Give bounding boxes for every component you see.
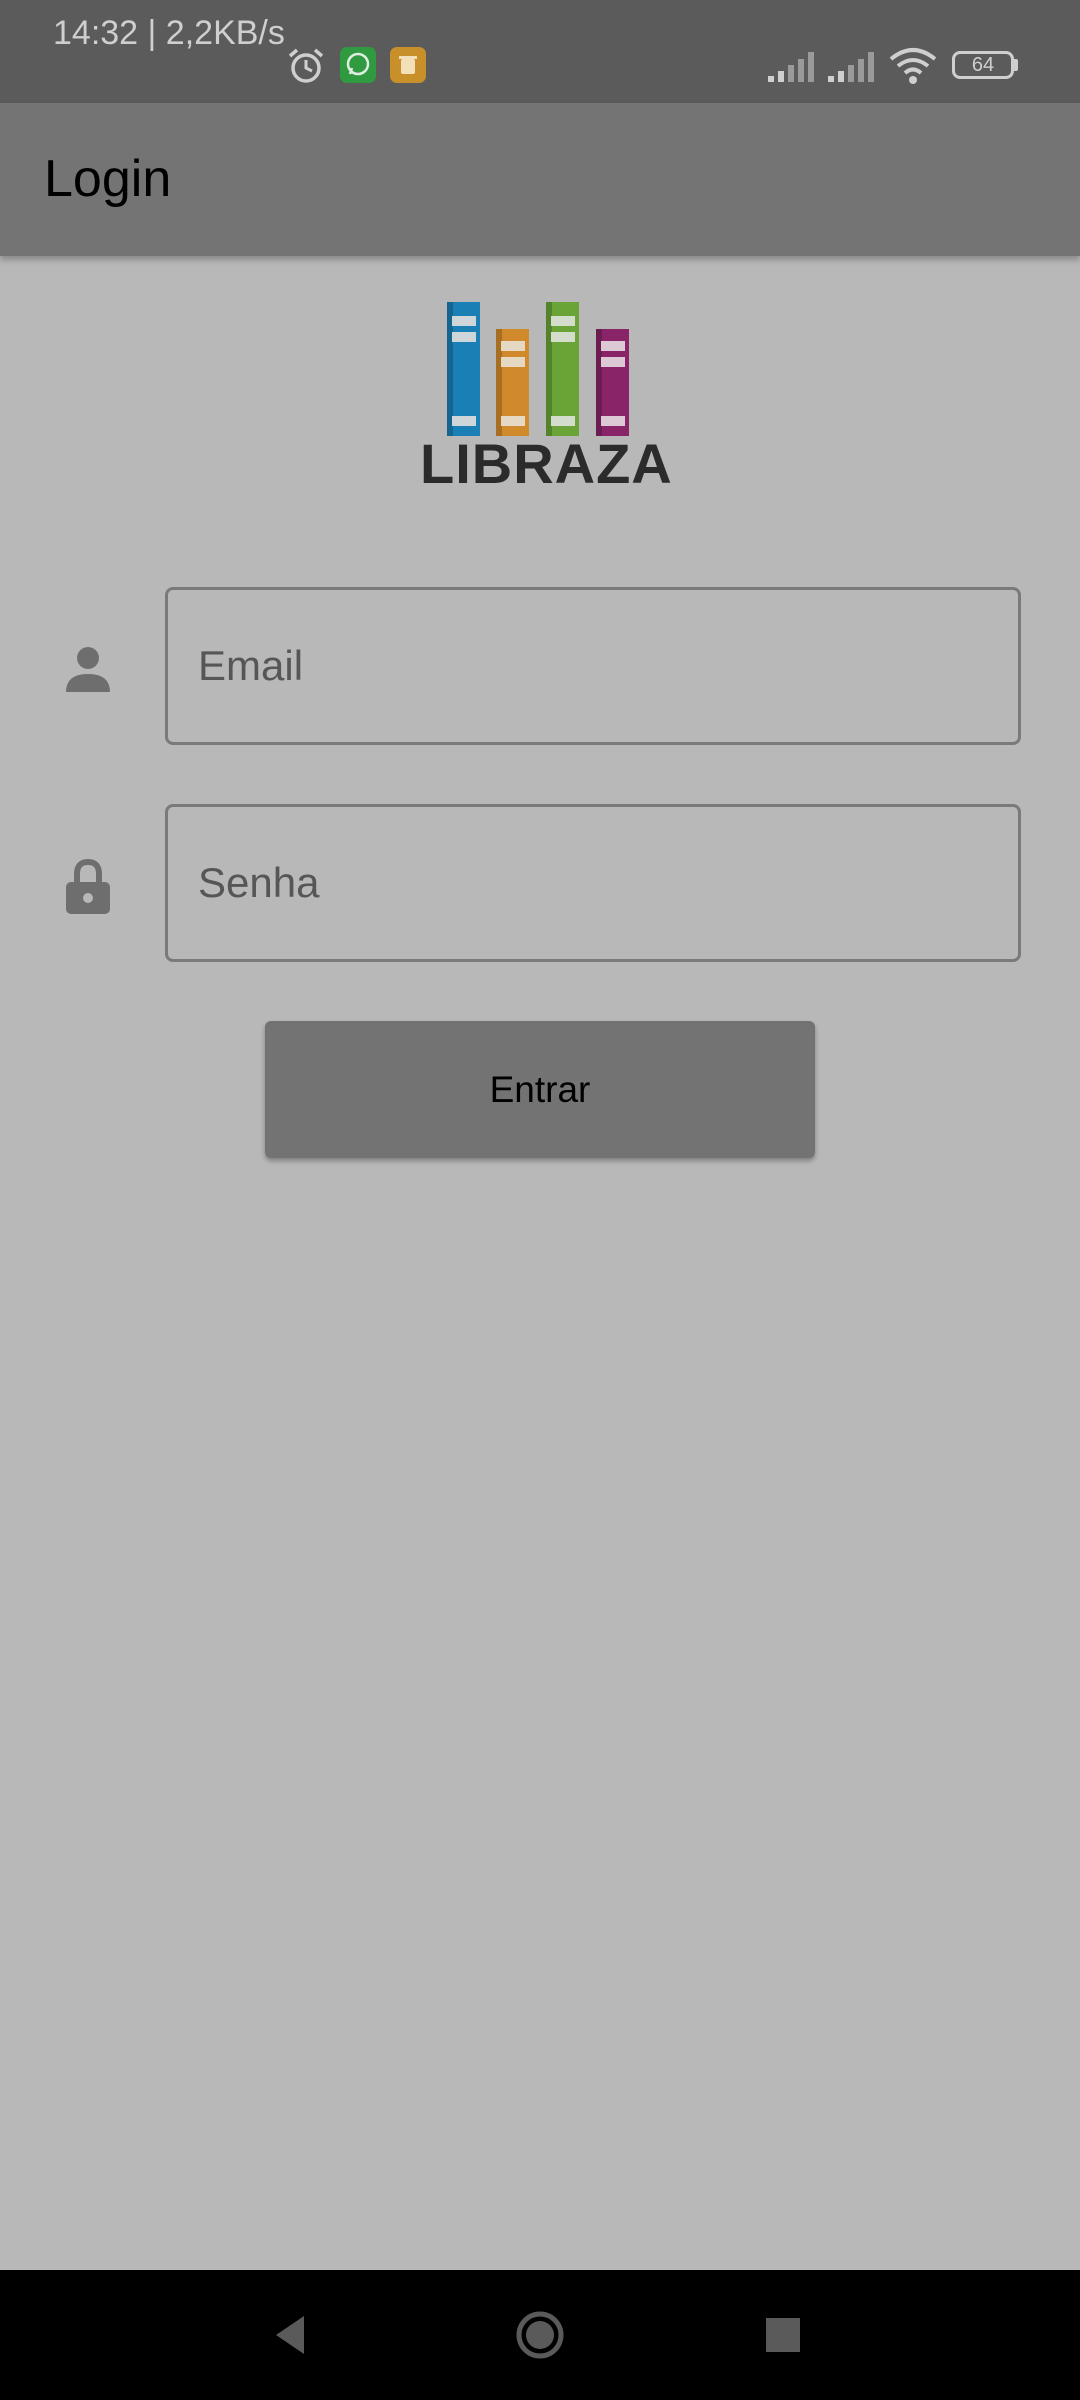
books-logo-icon [447, 302, 629, 436]
back-icon[interactable] [230, 2270, 350, 2400]
signal-icon [768, 52, 814, 82]
alarm-icon [288, 48, 324, 83]
page-title: Login [44, 150, 172, 208]
battery-tip [1014, 59, 1018, 71]
lock-icon [66, 858, 110, 914]
system-navigation-bar [0, 2270, 1080, 2400]
password-row [0, 804, 1080, 966]
email-field[interactable] [168, 590, 1018, 742]
email-row [0, 587, 1080, 749]
email-field-box [165, 587, 1021, 745]
battery-icon: 64 [952, 51, 1014, 79]
person-icon [66, 647, 110, 692]
home-icon[interactable] [480, 2270, 600, 2400]
password-field-box [165, 804, 1021, 962]
notification-app-icon [390, 47, 426, 83]
logo-text: LIBRAZA [420, 432, 673, 495]
recents-icon[interactable] [724, 2270, 844, 2400]
wifi-icon [889, 48, 937, 84]
battery-level: 64 [971, 54, 995, 76]
login-button[interactable]: Entrar [265, 1021, 815, 1158]
status-bar: 14:32 | 2,2KB/s 64 [0, 0, 1080, 103]
libraza-logo: LIBRAZA [420, 296, 673, 496]
password-field[interactable] [168, 807, 1018, 959]
whatsapp-icon [340, 47, 376, 83]
app-bar: Login [0, 103, 1080, 256]
signal-icon [828, 52, 874, 82]
status-time: 14:32 | 2,2KB/s [53, 14, 285, 52]
